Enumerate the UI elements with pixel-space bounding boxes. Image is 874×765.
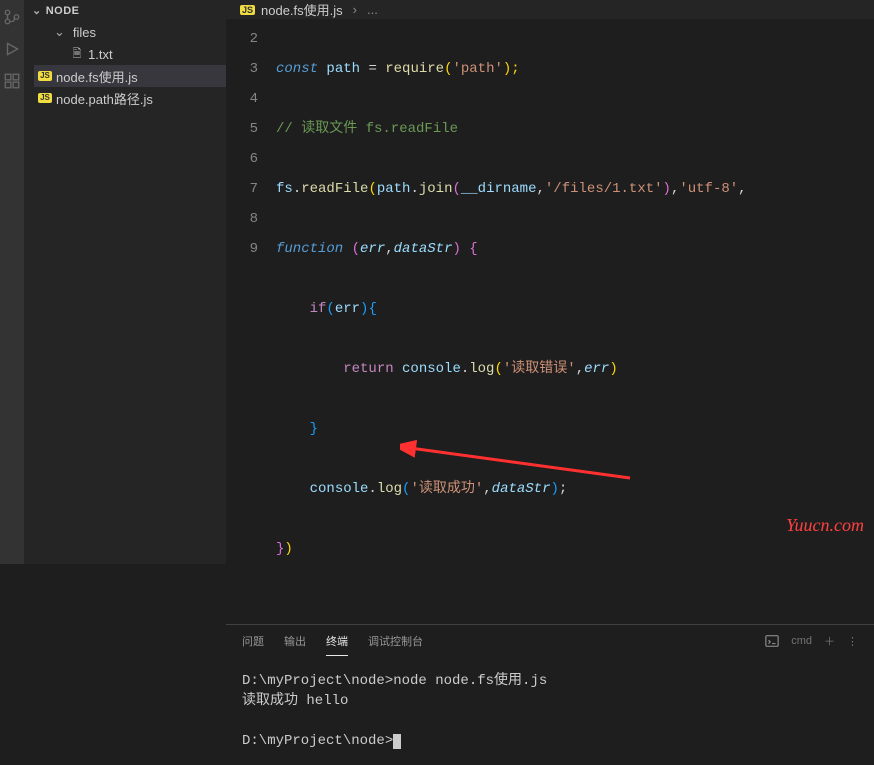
add-terminal-icon[interactable]: ＋: [824, 633, 835, 649]
panel-tabs: 问题 输出 终端 调试控制台 cmd ＋ ⋮: [226, 625, 874, 657]
tree-file-path[interactable]: JS node.path路径.js: [34, 87, 226, 109]
split-terminal-icon[interactable]: ⋮: [847, 635, 858, 648]
code-editor[interactable]: 2 3 4 5 6 7 8 9 const path = require('pa…: [226, 20, 874, 624]
folder-label: files: [73, 25, 96, 40]
run-icon[interactable]: [3, 40, 21, 58]
line-gutter: 2 3 4 5 6 7 8 9: [226, 24, 276, 624]
project-title: NODE: [46, 5, 80, 17]
extensions-icon[interactable]: [3, 72, 21, 90]
js-icon: JS: [38, 71, 52, 81]
js-icon: JS: [240, 5, 255, 15]
tree-file-txt[interactable]: 🗎 1.txt: [34, 43, 226, 65]
activity-bar: [0, 0, 24, 564]
code-content[interactable]: const path = require('path'); // 读取文件 fs…: [276, 24, 874, 624]
editor-group: JS node.fs使用.js › ... 2 3 4 5 6 7 8 9 co…: [226, 0, 874, 564]
terminal-line: 读取成功 hello: [242, 691, 858, 711]
terminal-output[interactable]: D:\myProject\node>node node.fs使用.js 读取成功…: [226, 657, 874, 765]
terminal-prompt: D:\myProject\node>: [242, 731, 858, 751]
tab-output[interactable]: 输出: [284, 627, 306, 655]
breadcrumb-file: node.fs使用.js: [261, 0, 343, 19]
chevron-down-icon: ⌄: [32, 4, 42, 17]
explorer-sidebar: ⌄ NODE ⌄ files 🗎 1.txt JS node.fs使用.js J…: [24, 0, 226, 564]
file-label: node.fs使用.js: [56, 67, 138, 86]
tree-folder-files[interactable]: ⌄ files: [34, 21, 226, 43]
shell-label[interactable]: cmd: [791, 635, 812, 647]
chevron-down-icon: ⌄: [54, 24, 65, 40]
sidebar-project-header[interactable]: ⌄ NODE: [24, 0, 226, 21]
breadcrumb-sep: ›: [353, 2, 357, 17]
file-label: node.path路径.js: [56, 89, 153, 108]
watermark: Yuucn.com: [786, 515, 864, 536]
terminal-shell-icon[interactable]: [765, 634, 779, 648]
tab-terminal[interactable]: 终端: [326, 627, 348, 656]
bottom-panel: 问题 输出 终端 调试控制台 cmd ＋ ⋮ D:\myProject\node…: [226, 624, 874, 765]
source-control-icon[interactable]: [3, 8, 21, 26]
breadcrumb[interactable]: JS node.fs使用.js › ...: [226, 0, 874, 20]
tab-debug-console[interactable]: 调试控制台: [368, 627, 423, 655]
breadcrumb-tail: ...: [367, 2, 378, 17]
tree-file-fs[interactable]: JS node.fs使用.js: [34, 65, 226, 87]
file-icon: 🗎: [70, 45, 84, 64]
terminal-line: D:\myProject\node>node node.fs使用.js: [242, 671, 858, 691]
tab-problems[interactable]: 问题: [242, 627, 264, 655]
js-icon: JS: [38, 93, 52, 103]
file-label: 1.txt: [88, 47, 113, 62]
